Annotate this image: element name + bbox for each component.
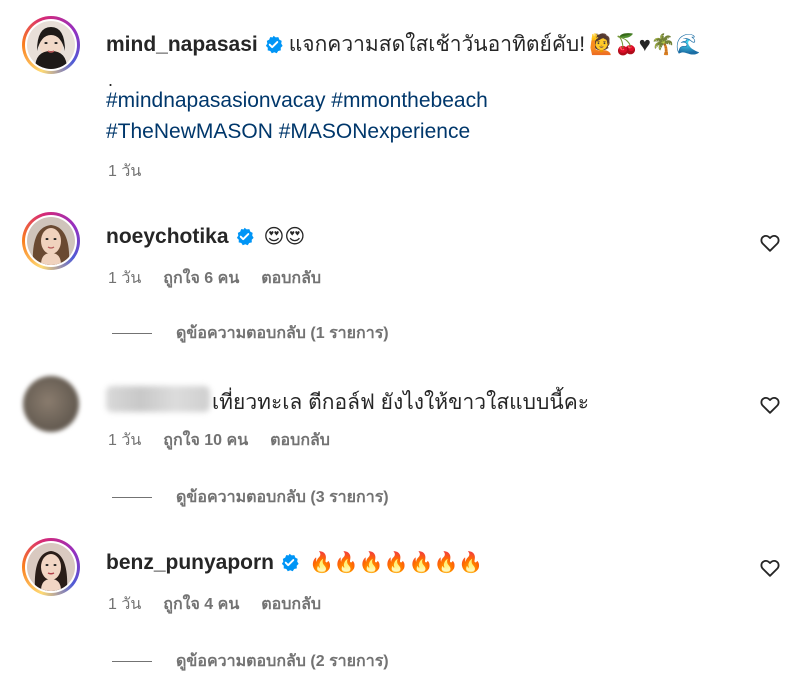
view-replies-button[interactable]: ดูข้อความตอบกลับ (3 รายการ) <box>112 485 389 510</box>
comment-username[interactable]: noeychotika <box>106 225 229 249</box>
comment-likes[interactable]: ถูกใจ 6 คน <box>163 266 239 291</box>
blurred-username[interactable] <box>106 386 210 412</box>
replies-divider <box>112 333 152 334</box>
comment-text: 😍😍 <box>263 226 306 248</box>
hashtags-line-1[interactable]: #mindnapasasionvacay #mmonthebeach <box>106 89 488 113</box>
caption-emojis: 🙋🍒♥🌴🌊 <box>589 34 701 56</box>
avatar-photo <box>27 21 75 69</box>
avatar-photo <box>27 217 75 265</box>
view-replies-label: ดูข้อความตอบกลับ (3 รายการ) <box>176 489 389 506</box>
reply-button[interactable]: ตอบกลับ <box>261 592 321 617</box>
comment-likes[interactable]: ถูกใจ 10 คน <box>163 428 248 453</box>
comment-time: 1 วัน <box>108 432 142 449</box>
view-replies-label: ดูข้อความตอบกลับ (1 รายการ) <box>176 325 389 342</box>
post-username[interactable]: mind_napasasi <box>106 33 258 57</box>
reply-button[interactable]: ตอบกลับ <box>261 266 321 291</box>
verified-badge-icon <box>281 553 299 572</box>
view-replies-button[interactable]: ดูข้อความตอบกลับ (1 รายการ) <box>112 321 389 346</box>
comment-avatar-benz_punyaporn[interactable] <box>22 538 80 596</box>
verified-badge-icon <box>265 35 283 54</box>
comment-likes[interactable]: ถูกใจ 4 คน <box>163 592 239 617</box>
hashtags-line-2[interactable]: #TheNewMASON #MASONexperience <box>106 120 470 144</box>
comment-avatar-blurred[interactable] <box>23 376 79 432</box>
like-heart-icon[interactable] <box>759 232 781 254</box>
comment-text: เที่ยวทะเล ตีกอล์ฟ ยังไงให้ขาวใสแบบนี้คะ <box>212 391 590 414</box>
comment-avatar-noeychotika[interactable] <box>22 212 80 270</box>
replies-divider <box>112 661 152 662</box>
comment-time: 1 วัน <box>108 596 142 613</box>
view-replies-button[interactable]: ดูข้อความตอบกลับ (2 รายการ) <box>112 649 389 674</box>
comment-text: 🔥🔥🔥🔥🔥🔥🔥 <box>309 552 484 574</box>
like-heart-icon[interactable] <box>759 557 781 579</box>
post-time: 1 วัน <box>108 163 142 180</box>
reply-button[interactable]: ตอบกลับ <box>270 428 330 453</box>
view-replies-label: ดูข้อความตอบกลับ (2 รายการ) <box>176 653 389 670</box>
comment-username[interactable]: benz_punyaporn <box>106 551 274 575</box>
post-author-avatar[interactable] <box>22 16 80 74</box>
caption-dot: . <box>108 70 114 90</box>
avatar-photo <box>27 543 75 591</box>
post-caption: แจกความสดใสเช้าวันอาทิตย์คับ! <box>288 33 586 56</box>
like-heart-icon[interactable] <box>759 394 781 416</box>
replies-divider <box>112 497 152 498</box>
verified-badge-icon <box>236 227 254 246</box>
comment-time: 1 วัน <box>108 270 142 287</box>
